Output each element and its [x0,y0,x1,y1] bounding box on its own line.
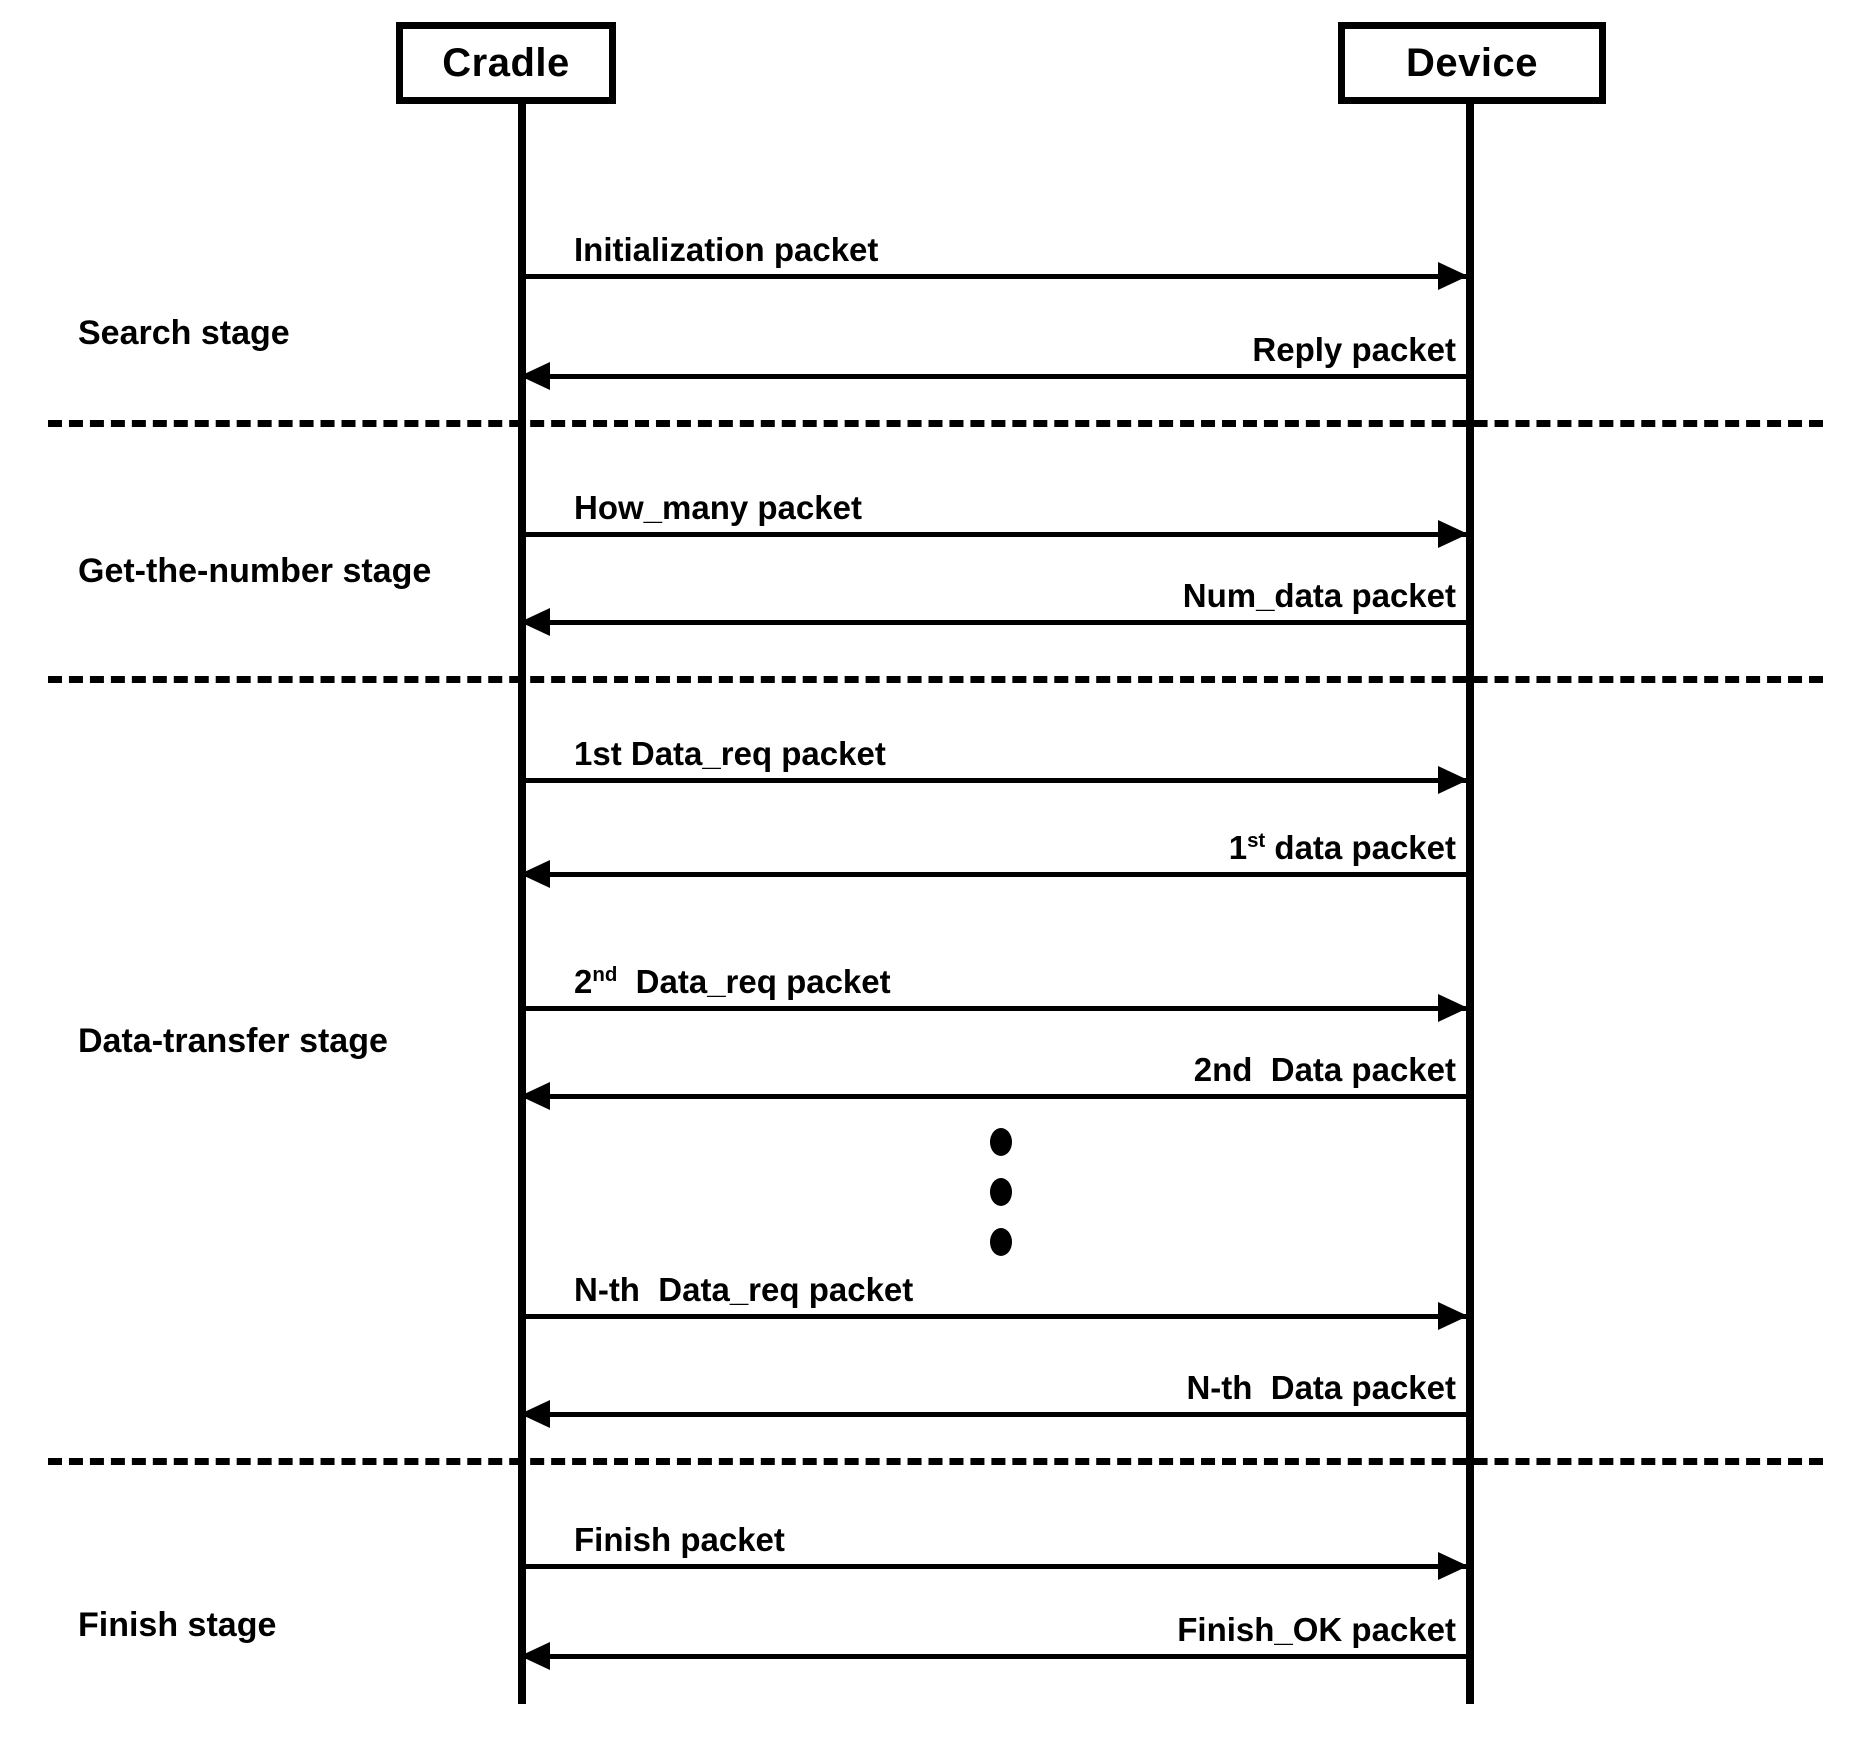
message-shaft [522,1314,1466,1319]
message-shaft [522,1094,1466,1099]
message-shaft [522,274,1466,279]
message-shaft [522,532,1466,537]
message-label: N-th Data_req packet [574,1271,914,1308]
message-label: Reply packet [1252,331,1456,368]
arrowhead-left-icon [520,362,550,390]
dot-icon [990,1128,1012,1156]
message-label: How_many packet [574,489,862,526]
participant-label-cradle: Cradle [442,41,570,85]
arrowhead-left-icon [520,860,550,888]
message-shaft [522,620,1466,625]
arrowhead-right-icon [1438,766,1468,794]
arrowhead-right-icon [1438,994,1468,1022]
arrowhead-left-icon [520,1082,550,1110]
message-shaft [522,778,1466,783]
message-shaft [522,1654,1466,1659]
arrowhead-right-icon [1438,520,1468,548]
arrowhead-left-icon [520,1400,550,1428]
message-shaft [522,872,1466,877]
arrowhead-right-icon [1438,262,1468,290]
message-label: 1st Data_req packet [574,735,886,772]
stage-divider-getnumber-datatransfer [48,676,1823,683]
message-label: N-th Data packet [1186,1369,1456,1406]
message-shaft [522,374,1466,379]
message-label: Initialization packet [574,231,879,268]
arrowhead-left-icon [520,608,550,636]
participant-box-cradle: Cradle [396,22,616,104]
message-label: 2nd Data packet [1193,1051,1456,1088]
message-shaft [522,1006,1466,1011]
message-label: Num_data packet [1182,577,1456,614]
participant-label-device: Device [1406,41,1538,85]
message-shaft [522,1412,1466,1417]
stage-label-finish: Finish stage [78,1606,277,1644]
stage-label-search: Search stage [78,314,290,352]
arrowhead-right-icon [1438,1552,1468,1580]
message-label: 2nd Data_req packet [574,963,891,1000]
stage-label-data-transfer: Data-transfer stage [78,1022,388,1060]
stage-divider-datatransfer-finish [48,1458,1823,1465]
arrowhead-left-icon [520,1642,550,1670]
participant-box-device: Device [1338,22,1606,104]
dot-icon [990,1178,1012,1206]
arrowhead-right-icon [1438,1302,1468,1330]
message-label: Finish packet [574,1521,785,1558]
message-label: Finish_OK packet [1177,1611,1456,1648]
stage-label-get-the-number: Get-the-number stage [78,552,432,590]
continuation-dots-icon [990,1128,1012,1256]
sequence-diagram: Cradle Device Search stage Get-the-numbe… [0,0,1869,1741]
message-shaft [522,1564,1466,1569]
dot-icon [990,1228,1012,1256]
stage-divider-search-getnumber [48,420,1823,427]
message-label: 1st data packet [1228,829,1456,866]
